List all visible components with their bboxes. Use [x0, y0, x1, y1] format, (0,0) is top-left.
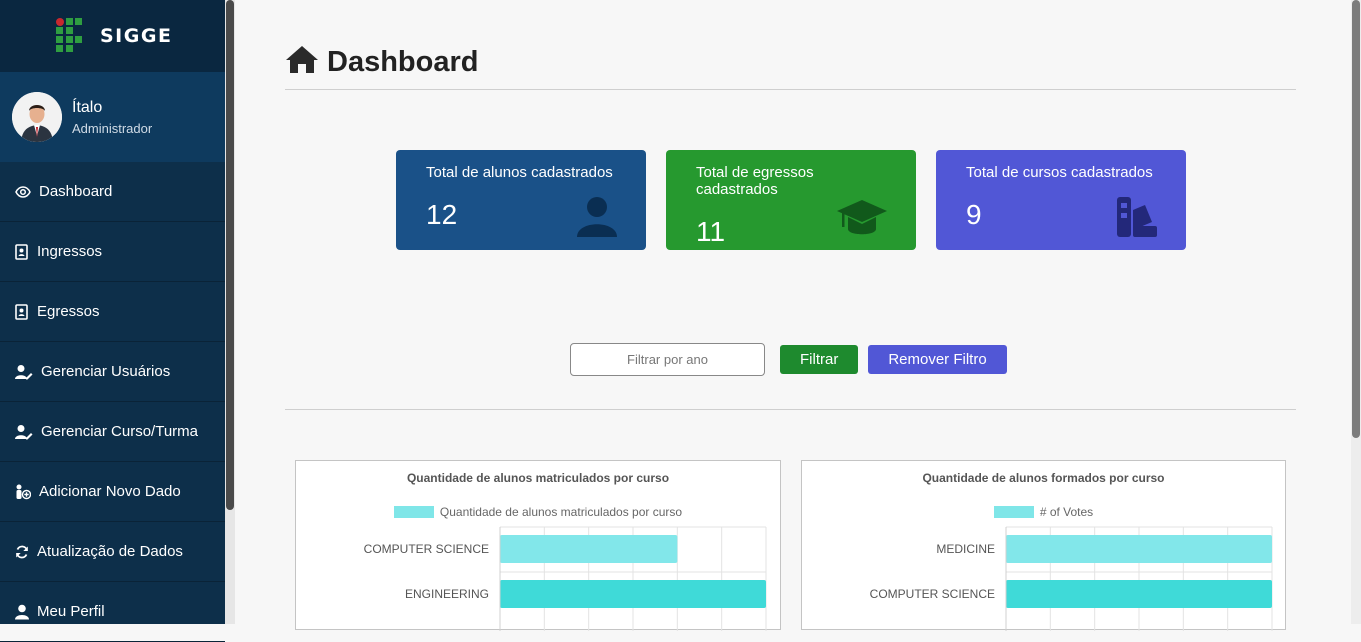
card-total-egressos: Total de egressos cadastrados 11: [666, 150, 916, 250]
remove-filter-button[interactable]: Remover Filtro: [868, 345, 1007, 374]
contact-card-icon: [15, 303, 28, 320]
sidebar-scrollbar-thumb[interactable]: [226, 0, 234, 510]
page-scrollbar[interactable]: [1351, 0, 1361, 624]
swatchbook-icon: [1117, 197, 1157, 237]
chart-bar: [500, 535, 678, 563]
card-total-cursos: Total de cursos cadastrados 9: [936, 150, 1186, 250]
brand-name: SIGGE: [100, 25, 173, 47]
sidebar-item-label: Egressos: [37, 303, 100, 320]
brand[interactable]: SIGGE: [0, 0, 225, 72]
year-filter-input[interactable]: [570, 343, 765, 376]
card-label: Total de alunos cadastrados: [426, 164, 613, 181]
bar-chart-plot: MEDICINE COMPUTER SCIENCE: [870, 526, 1273, 631]
sidebar-item-label: Gerenciar Usuários: [41, 363, 171, 380]
sidebar-item-label: Gerenciar Curso/Turma: [41, 423, 198, 440]
user-icon: [15, 604, 29, 619]
sidebar-item-label: Adicionar Novo Dado: [39, 483, 181, 500]
sidebar-item-label: Ingressos: [37, 243, 103, 260]
chart-bar: [1006, 535, 1272, 563]
user-panel: Ítalo Administrador: [0, 72, 225, 162]
user-edit-icon: [15, 424, 33, 439]
sidebar-item-label: Meu Perfil: [37, 603, 105, 620]
category-label: MEDICINE: [936, 542, 995, 556]
sidebar-item-label: Dashboard: [39, 183, 113, 200]
graduation-cap-icon: [837, 200, 887, 235]
bar-chart-plot: COMPUTER SCIENCE ENGINEERING: [364, 526, 767, 631]
chart-enrolled-by-course: Quantidade de alunos matriculados por cu…: [295, 460, 781, 631]
card-label: Total de cursos cadastrados: [966, 164, 1153, 181]
sidebar-item-gerenciar-usuarios[interactable]: Gerenciar Usuários: [0, 342, 225, 402]
chart-bar: [500, 580, 766, 608]
card-label: Total de egressos cadastrados: [696, 164, 814, 198]
avatar: [12, 92, 62, 142]
section-divider: [285, 409, 1296, 410]
sidebar-item-atualizacao-de-dados[interactable]: Atualização de Dados: [0, 522, 225, 582]
filter-bar: Filtrar Remover Filtro: [570, 343, 1007, 376]
sidebar-scrollbar[interactable]: [225, 0, 235, 624]
person-plus-icon: [16, 484, 31, 499]
home-icon: [286, 46, 318, 73]
user-name: Ítalo: [72, 98, 103, 116]
sidebar-item-ingressos[interactable]: Ingressos: [0, 222, 225, 282]
card-total-alunos: Total de alunos cadastrados 12: [396, 150, 646, 250]
filter-button[interactable]: Filtrar: [780, 345, 859, 374]
category-label: COMPUTER SCIENCE: [364, 542, 489, 556]
sidebar: SIGGE Ítalo Administrador Dashboard Ingr…: [0, 0, 225, 642]
user-edit-icon: [15, 364, 33, 379]
refresh-icon: [16, 545, 28, 558]
eye-icon: [15, 185, 31, 198]
sidebar-item-egressos[interactable]: Egressos: [0, 282, 225, 342]
category-label: ENGINEERING: [405, 587, 489, 601]
user-icon: [577, 197, 617, 237]
sidebar-item-dashboard[interactable]: Dashboard: [0, 162, 225, 222]
page-header: Dashboard: [285, 44, 1296, 90]
page-scrollbar-thumb[interactable]: [1352, 0, 1360, 438]
chart-graduated-by-course: Quantidade de alunos formados por curso …: [801, 460, 1286, 631]
main-content: Dashboard Total de alunos cadastrados 12…: [235, 0, 1351, 631]
user-role: Administrador: [72, 120, 153, 136]
sidebar-item-gerenciar-curso-turma[interactable]: Gerenciar Curso/Turma: [0, 402, 225, 462]
sidebar-item-adicionar-novo-dado[interactable]: Adicionar Novo Dado: [0, 462, 225, 522]
avatar-image-icon: [12, 92, 62, 142]
category-label: COMPUTER SCIENCE: [870, 587, 995, 601]
sidebar-item-label: Atualização de Dados: [37, 543, 183, 560]
chart-bar: [1006, 580, 1272, 608]
page-title: Dashboard: [327, 46, 479, 78]
institute-logo-icon: [56, 18, 82, 52]
contact-card-icon: [15, 243, 28, 260]
sidebar-item-meu-perfil[interactable]: Meu Perfil: [0, 582, 225, 642]
